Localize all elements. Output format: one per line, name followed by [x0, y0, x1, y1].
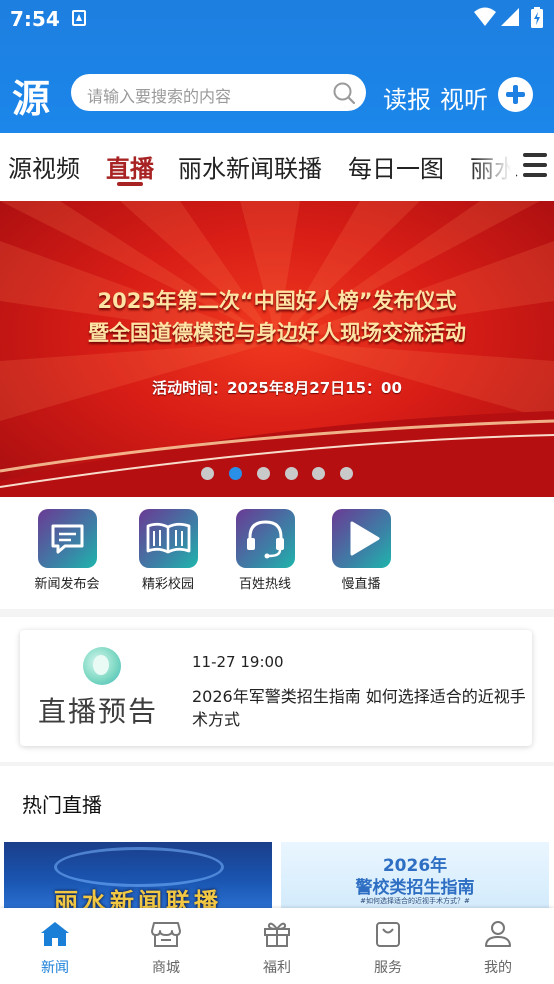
thumb-glow	[54, 847, 224, 887]
audio-video-link[interactable]: 视听	[440, 80, 488, 115]
nav-label: 商城	[152, 960, 180, 976]
banner-title-line1: 2025年第二次“中国好人榜”发布仪式	[97, 289, 457, 313]
thumb-title: 警校类招生指南	[355, 878, 475, 898]
hot-live-thumb-lishui-news[interactable]: 丽水新闻联播	[4, 842, 272, 908]
nav-label: 服务	[374, 960, 402, 976]
entry-press-conference[interactable]: 新闻发布会	[27, 509, 107, 592]
nav-service[interactable]: 服务	[348, 920, 428, 977]
nav-label: 福利	[263, 960, 291, 976]
tab-fade	[470, 133, 516, 201]
section-divider	[0, 762, 554, 766]
banner-swoosh	[0, 411, 554, 497]
hot-live-thumb-police-school[interactable]: 2026年 警校类招生指南 #如何选择适合的近视手术方式？#	[281, 842, 549, 908]
live-play-icon	[83, 647, 121, 685]
live-preview-card[interactable]: 直播预告 11-27 19:00 2026年军警类招生指南 如何选择适合的近视手…	[20, 630, 532, 746]
notification-icon	[72, 10, 86, 26]
carousel-dot[interactable]	[312, 467, 325, 480]
banner-title-line2: 暨全国道德模范与身边好人现场交流活动	[88, 321, 466, 345]
home-icon	[41, 922, 69, 946]
wifi-icon	[474, 7, 496, 26]
banner-carousel[interactable]: 2025年第二次“中国好人榜”发布仪式 暨全国道德模范与身边好人现场交流活动 活…	[0, 201, 554, 497]
tab-lishui-news[interactable]: 丽水新闻联播	[178, 149, 322, 184]
nav-news[interactable]: 新闻	[15, 920, 95, 977]
book-icon	[138, 509, 198, 568]
carousel-dot[interactable]	[285, 467, 298, 480]
entry-label: 百姓热线	[238, 577, 291, 592]
signal-icon	[501, 8, 519, 26]
search-placeholder: 请输入要搜索的内容	[87, 87, 232, 106]
status-time: 7:54	[10, 7, 60, 31]
play-icon	[331, 509, 391, 568]
app-logo[interactable]: 源	[12, 68, 50, 123]
carousel-dot[interactable]	[340, 467, 353, 480]
entry-campus[interactable]: 精彩校园	[128, 509, 208, 592]
entry-label: 新闻发布会	[34, 577, 100, 592]
user-icon	[485, 921, 511, 947]
menu-icon[interactable]	[521, 150, 549, 180]
add-icon[interactable]	[498, 77, 533, 112]
nav-label: 新闻	[41, 960, 69, 976]
headset-icon	[235, 509, 295, 568]
nav-welfare[interactable]: 福利	[237, 920, 317, 977]
live-preview-badge: 直播预告	[38, 695, 159, 728]
tab-daily-picture[interactable]: 每日一图	[348, 149, 444, 184]
tab-source-video[interactable]: 源视频	[8, 149, 80, 184]
quick-entries: 新闻发布会 精彩校园 百姓热线 慢直播	[0, 497, 554, 609]
chat-icon	[37, 509, 97, 568]
entry-hotline[interactable]: 百姓热线	[225, 509, 305, 592]
entry-label: 精彩校园	[141, 577, 194, 592]
status-bar: 7:54	[0, 0, 554, 38]
carousel-dot-active[interactable]	[229, 467, 242, 480]
hot-live-heading: 热门直播	[22, 793, 102, 817]
carousel-dot[interactable]	[201, 467, 214, 480]
nav-label: 我的	[484, 960, 512, 976]
section-divider	[0, 609, 554, 617]
entry-label: 慢直播	[341, 577, 381, 592]
search-icon[interactable]	[332, 81, 356, 105]
thumb-title: 丽水新闻联播	[54, 888, 222, 908]
thumb-subtitle: #如何选择适合的近视手术方式？#	[360, 897, 470, 905]
battery-icon	[531, 7, 543, 28]
carousel-dot[interactable]	[257, 467, 270, 480]
shop-icon	[151, 922, 181, 947]
search-input[interactable]: 请输入要搜索的内容	[71, 74, 366, 111]
read-paper-link[interactable]: 读报	[383, 80, 431, 115]
carousel-indicator	[0, 467, 554, 481]
entry-slow-live[interactable]: 慢直播	[321, 509, 401, 592]
bottom-nav: 新闻 商城 福利 服务 我的	[0, 908, 554, 984]
app-header: 7:54 源 请输入要搜索的内容 读报 视听	[0, 0, 554, 133]
bag-icon	[376, 922, 400, 947]
live-preview-time: 11-27 19:00	[192, 653, 284, 671]
nav-mine[interactable]: 我的	[458, 920, 538, 977]
nav-shop[interactable]: 商城	[126, 920, 206, 977]
live-preview-title[interactable]: 2026年军警类招生指南 如何选择适合的近视手术方式	[192, 685, 526, 731]
tab-live[interactable]: 直播	[106, 149, 154, 184]
active-tab-indicator	[117, 182, 143, 186]
gift-icon	[264, 922, 290, 947]
